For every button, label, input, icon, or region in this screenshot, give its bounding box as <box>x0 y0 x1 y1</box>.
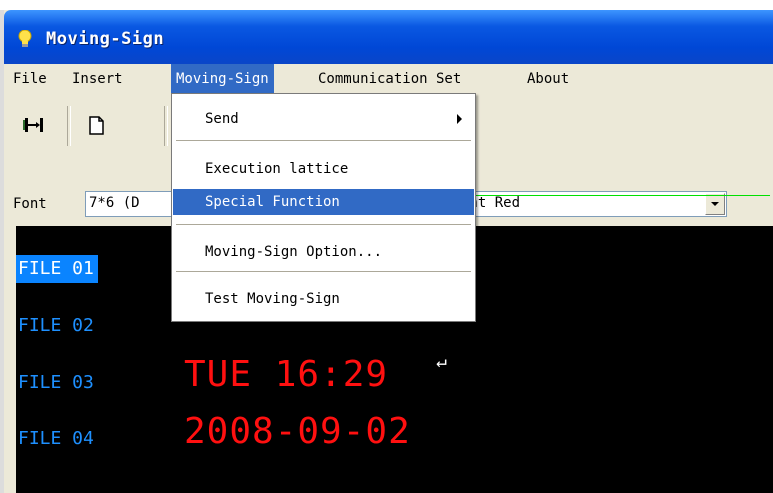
file-list-item[interactable]: FILE 04 <box>16 425 98 453</box>
font-label: Font <box>13 196 47 212</box>
menu-item-special-function[interactable]: Special Function <box>173 189 474 215</box>
menu-item-test-moving-sign[interactable]: Test Moving-Sign <box>173 286 474 312</box>
file-list-item[interactable]: FILE 02 <box>16 312 98 340</box>
menu-item-send[interactable]: Send <box>173 106 474 132</box>
submenu-arrow-icon <box>457 114 462 124</box>
menu-separator <box>176 224 471 225</box>
dropdown-arrow-icon[interactable] <box>705 193 725 215</box>
menu-item-label: Execution lattice <box>205 161 349 177</box>
menu-item-label: Moving-Sign Option... <box>205 244 383 260</box>
new-file-icon[interactable] <box>78 108 114 142</box>
menu-separator <box>176 140 471 141</box>
menu-insert[interactable]: Insert <box>67 64 128 94</box>
window-title: Moving-Sign <box>46 29 165 49</box>
menu-item-moving-sign-option[interactable]: Moving-Sign Option... <box>173 239 474 265</box>
menu-bar: File Insert Moving-Sign Communication Se… <box>4 64 773 95</box>
file-list-item[interactable]: FILE 01 <box>16 255 98 283</box>
menu-item-label: Special Function <box>205 194 340 210</box>
title-bar[interactable]: Moving-Sign <box>4 10 773 64</box>
menu-communication-set[interactable]: Communication Set <box>313 64 466 94</box>
lightbulb-icon <box>18 30 32 47</box>
moving-sign-dropdown-menu: Send Execution lattice Special Function … <box>171 93 476 322</box>
menu-item-execution-lattice[interactable]: Execution lattice <box>173 156 474 182</box>
menu-file[interactable]: File <box>8 64 52 94</box>
file-list-item[interactable]: FILE 03 <box>16 369 98 397</box>
connect-icon[interactable] <box>16 108 52 142</box>
led-date-text: 2008-09-02 <box>184 411 411 452</box>
toolbar-separator <box>67 106 71 146</box>
menu-separator <box>176 271 471 272</box>
toolbar-separator <box>164 106 168 146</box>
menu-item-label: Send <box>205 111 239 127</box>
font-select-value: 7*6 (D <box>89 195 140 211</box>
led-time-text: TUE 16:29 <box>184 354 389 395</box>
return-icon: ↵ <box>436 351 447 372</box>
menu-item-label: Test Moving-Sign <box>205 291 340 307</box>
menu-about[interactable]: About <box>522 64 574 94</box>
menu-moving-sign[interactable]: Moving-Sign <box>171 64 274 94</box>
